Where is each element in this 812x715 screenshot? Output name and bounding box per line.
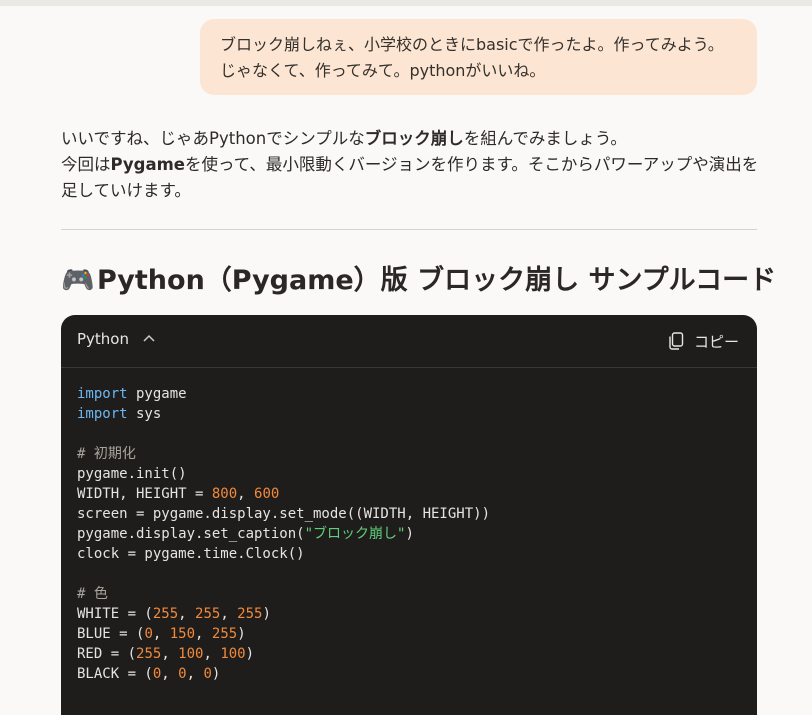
- code-number: 255: [195, 606, 221, 622]
- section-heading-text: Python（Pygame）版 ブロック崩し サンプルコード: [97, 265, 777, 296]
- copy-button[interactable]: コピー: [668, 329, 739, 353]
- user-message-text: ブロック崩しねぇ、小学校のときにbasicで作ったよ。作ってみよう。じゃなくて、…: [220, 35, 724, 80]
- code-text: ,: [203, 646, 221, 662]
- assistant-text-segment: 今回は: [61, 155, 111, 174]
- code-text: ): [245, 646, 255, 662]
- assistant-paragraph-1: いいですね、じゃあPythonでシンプルなブロック崩しを組んでみましょう。: [61, 126, 761, 152]
- code-keyword: import: [77, 406, 128, 422]
- code-string: "ブロック崩し": [304, 526, 406, 542]
- code-number: 100: [220, 646, 246, 662]
- code-number: 255: [152, 606, 179, 622]
- code-number: 100: [178, 646, 204, 662]
- code-block: Python コピー import pygame import sys # 初期…: [61, 315, 757, 715]
- code-line: clock = pygame.time.Clock(): [77, 546, 305, 562]
- code-number: 800: [211, 486, 238, 502]
- assistant-paragraph-2: 今回はPygameを使って、最小限動くバージョンを作ります。そこからパワーアップ…: [61, 152, 761, 204]
- code-line: WHITE = (255, 255, 255): [77, 606, 271, 622]
- assistant-bold-segment: Pygame: [110, 155, 185, 174]
- code-line: BLACK = (0, 0, 0): [77, 666, 220, 682]
- code-language-label: Python: [77, 330, 129, 348]
- code-keyword: import: [77, 386, 128, 402]
- copy-button-label: コピー: [693, 332, 739, 351]
- code-comment: # 初期化: [77, 446, 136, 462]
- assistant-text-segment: を組んでみましょう。: [463, 129, 627, 148]
- code-text: BLUE = (: [77, 626, 145, 642]
- code-block-header: Python コピー: [61, 315, 757, 368]
- code-text: ,: [186, 666, 204, 682]
- code-number: 255: [237, 606, 263, 622]
- assistant-bold-segment: ブロック崩し: [364, 129, 464, 148]
- code-text: ): [405, 526, 414, 542]
- code-text: sys: [127, 406, 162, 422]
- code-line: RED = (255, 100, 100): [77, 646, 254, 662]
- code-content: import pygame import sys # 初期化 pygame.in…: [77, 384, 490, 684]
- divider: [61, 229, 757, 230]
- code-number: 600: [254, 486, 280, 502]
- code-number: 255: [136, 646, 162, 662]
- code-text: WIDTH, HEIGHT =: [77, 486, 212, 502]
- code-text: RED = (: [77, 646, 137, 662]
- code-text: ): [237, 626, 246, 642]
- code-text: ,: [220, 606, 238, 622]
- code-line: pygame.display.set_caption("ブロック崩し"): [77, 526, 414, 542]
- code-number: 255: [211, 626, 238, 642]
- code-number: 0: [144, 626, 153, 642]
- code-comment: # 色: [77, 586, 108, 602]
- top-bar: [0, 0, 812, 6]
- code-number: 0: [178, 666, 187, 682]
- copy-icon: [669, 332, 684, 350]
- code-line: WIDTH, HEIGHT = 800, 600: [77, 486, 279, 502]
- code-line: import sys: [77, 406, 161, 422]
- code-line: screen = pygame.display.set_mode((WIDTH,…: [77, 506, 491, 522]
- code-text: ,: [178, 606, 196, 622]
- code-text: ): [211, 666, 221, 682]
- code-text: ,: [161, 666, 179, 682]
- game-controller-icon: 🎮: [61, 265, 95, 296]
- code-text: WHITE = (: [77, 606, 153, 622]
- code-text: ,: [237, 486, 255, 502]
- code-number: 150: [169, 626, 196, 642]
- user-message-bubble: ブロック崩しねぇ、小学校のときにbasicで作ったよ。作ってみよう。じゃなくて、…: [200, 19, 757, 95]
- assistant-text-segment: いいですね、じゃあPythonでシンプルな: [61, 129, 365, 148]
- assistant-message: いいですね、じゃあPythonでシンプルなブロック崩しを組んでみましょう。 今回…: [61, 126, 761, 204]
- code-text: ,: [161, 646, 179, 662]
- code-number: 0: [203, 666, 212, 682]
- code-text: pygame.display.set_caption(: [77, 526, 305, 542]
- chevron-up-icon[interactable]: [142, 331, 156, 345]
- section-heading: 🎮Python（Pygame）版 ブロック崩し サンプルコード: [61, 262, 781, 300]
- code-line: BLUE = (0, 150, 255): [77, 626, 246, 642]
- code-text: ): [262, 606, 271, 622]
- code-text: BLACK = (: [77, 666, 153, 682]
- code-line: pygame.init(): [77, 466, 187, 482]
- code-line: import pygame: [77, 386, 187, 402]
- code-text: pygame: [127, 386, 187, 402]
- code-text: ,: [152, 626, 170, 642]
- code-text: ,: [195, 626, 212, 642]
